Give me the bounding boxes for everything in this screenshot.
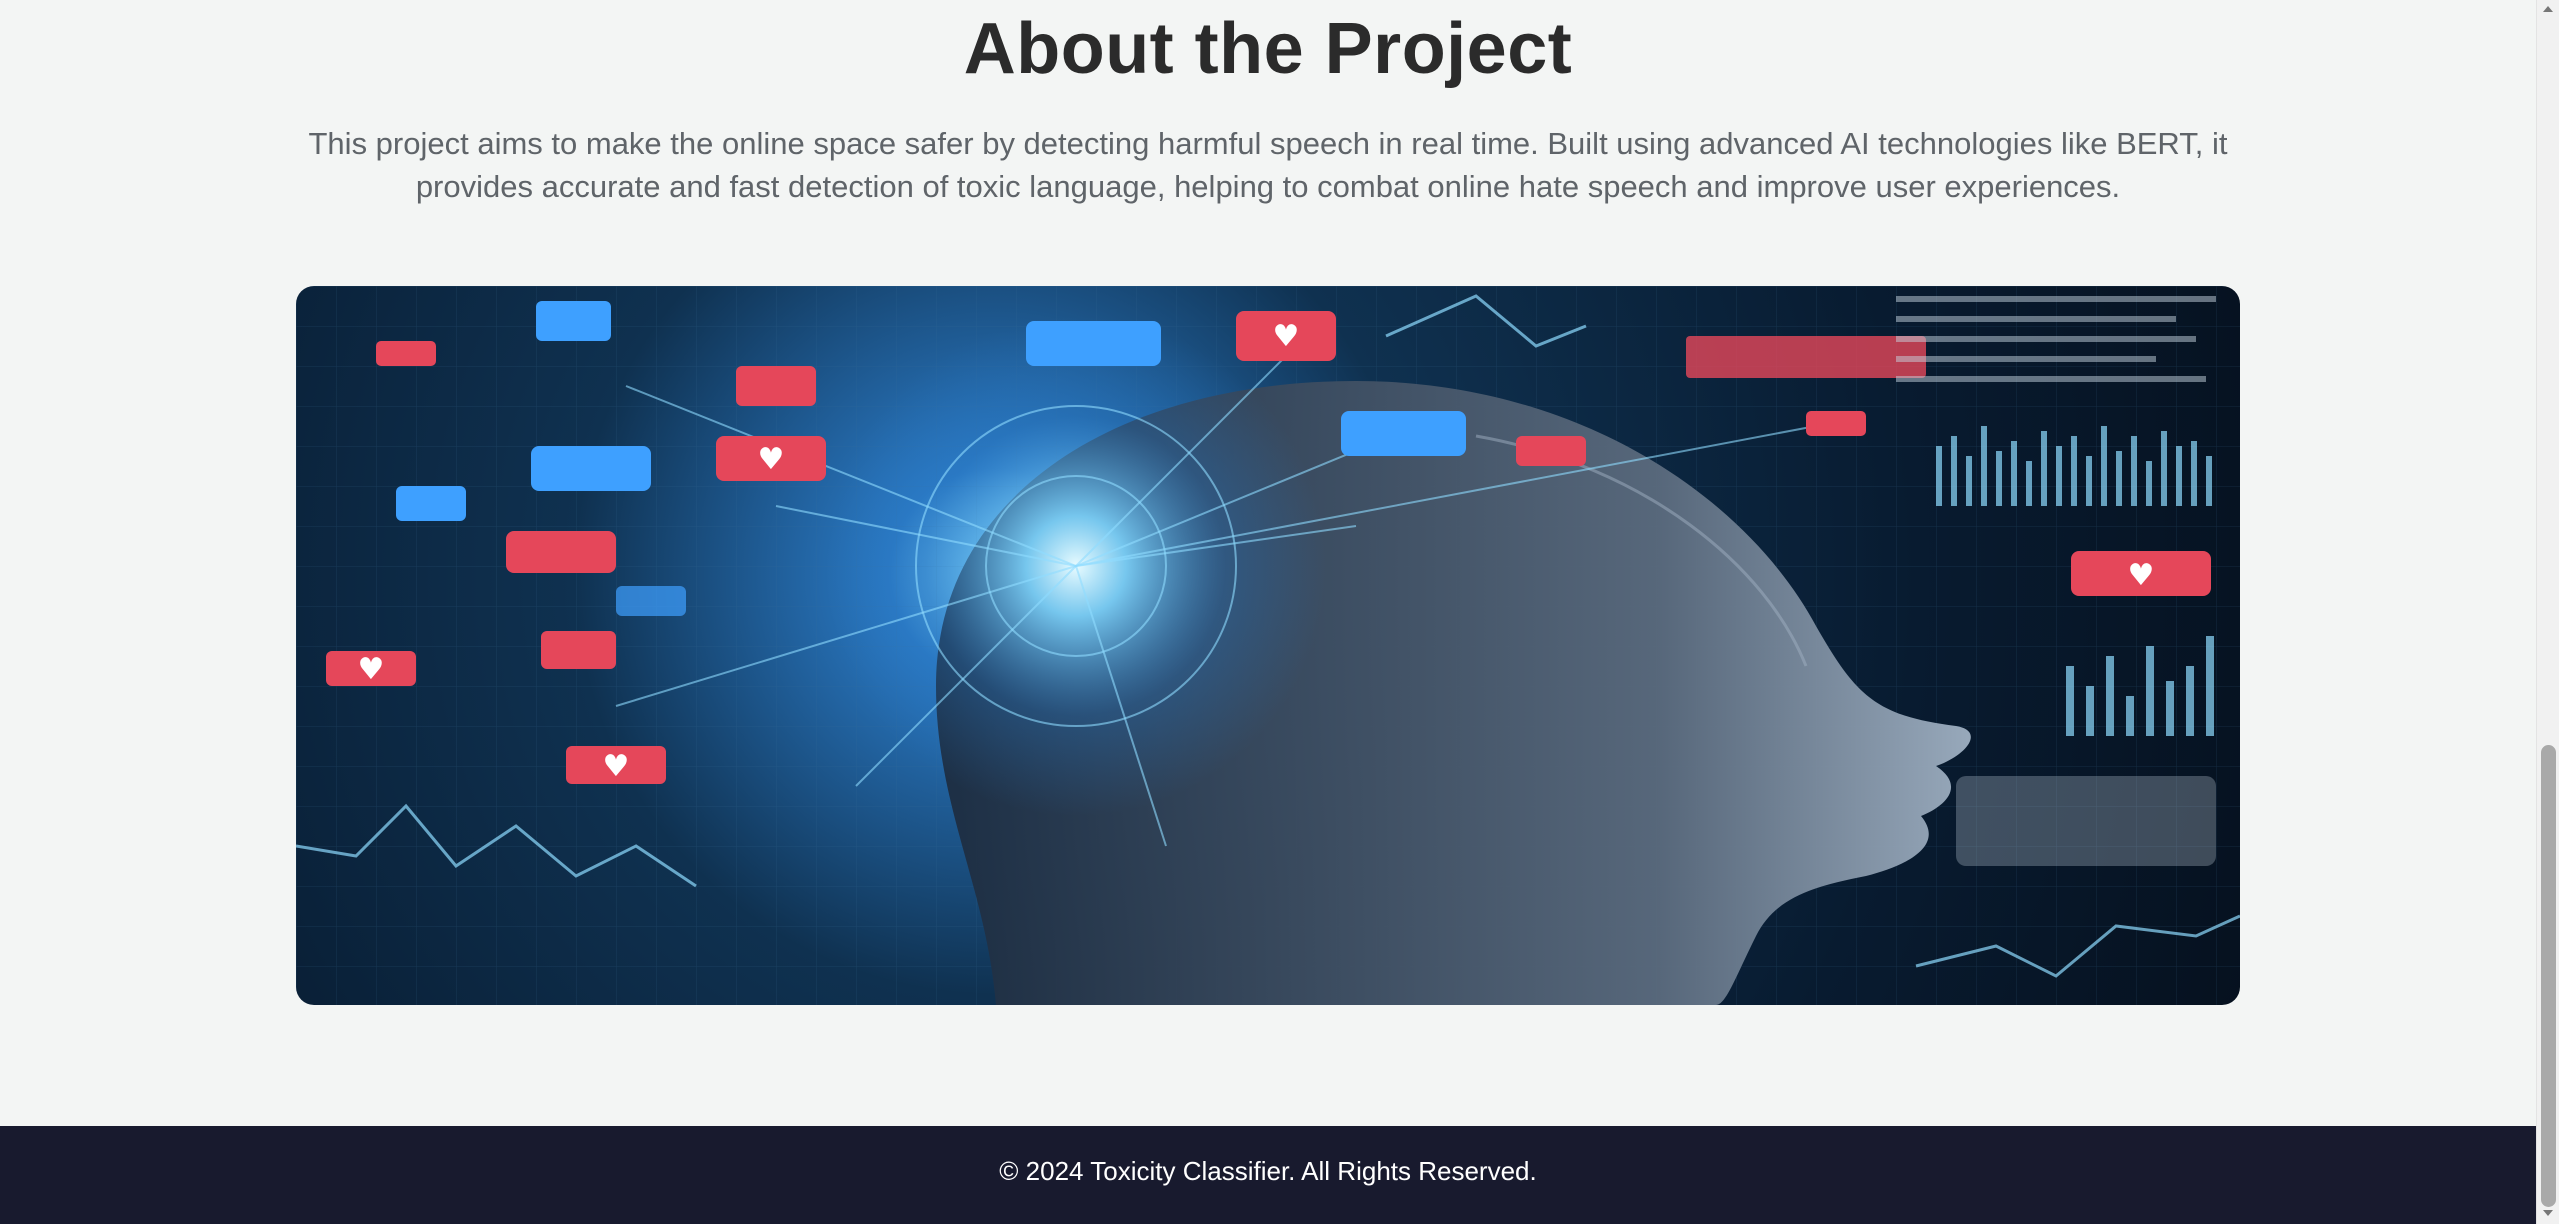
svg-text:♥: ♥ — [758, 442, 785, 477]
svg-text:♥: ♥ — [358, 652, 385, 687]
scrollbar-thumb[interactable] — [2541, 745, 2556, 1207]
svg-text:♥: ♥ — [2128, 558, 2155, 593]
about-section: About the Project This project aims to m… — [0, 0, 2536, 1126]
scroll-down-arrow-icon[interactable] — [2543, 1210, 2553, 1216]
page: About the Project This project aims to m… — [0, 0, 2536, 1224]
about-description: This project aims to make the online spa… — [308, 126, 2228, 204]
svg-text:♥: ♥ — [603, 749, 630, 784]
about-title: About the Project — [963, 9, 1573, 89]
footer-copyright: © 2024 Toxicity Classifier. All Rights R… — [999, 1156, 1537, 1186]
svg-text:♥: ♥ — [1273, 319, 1300, 354]
vertical-scrollbar[interactable] — [2536, 0, 2559, 1224]
hero-illustration: ♥ ♥ ♥ ♥ ♥ — [296, 286, 2240, 1005]
hero-image: ♥ ♥ ♥ ♥ ♥ — [296, 286, 2240, 1005]
scroll-up-arrow-icon[interactable] — [2543, 6, 2553, 12]
site-footer: © 2024 Toxicity Classifier. All Rights R… — [0, 1126, 2536, 1224]
